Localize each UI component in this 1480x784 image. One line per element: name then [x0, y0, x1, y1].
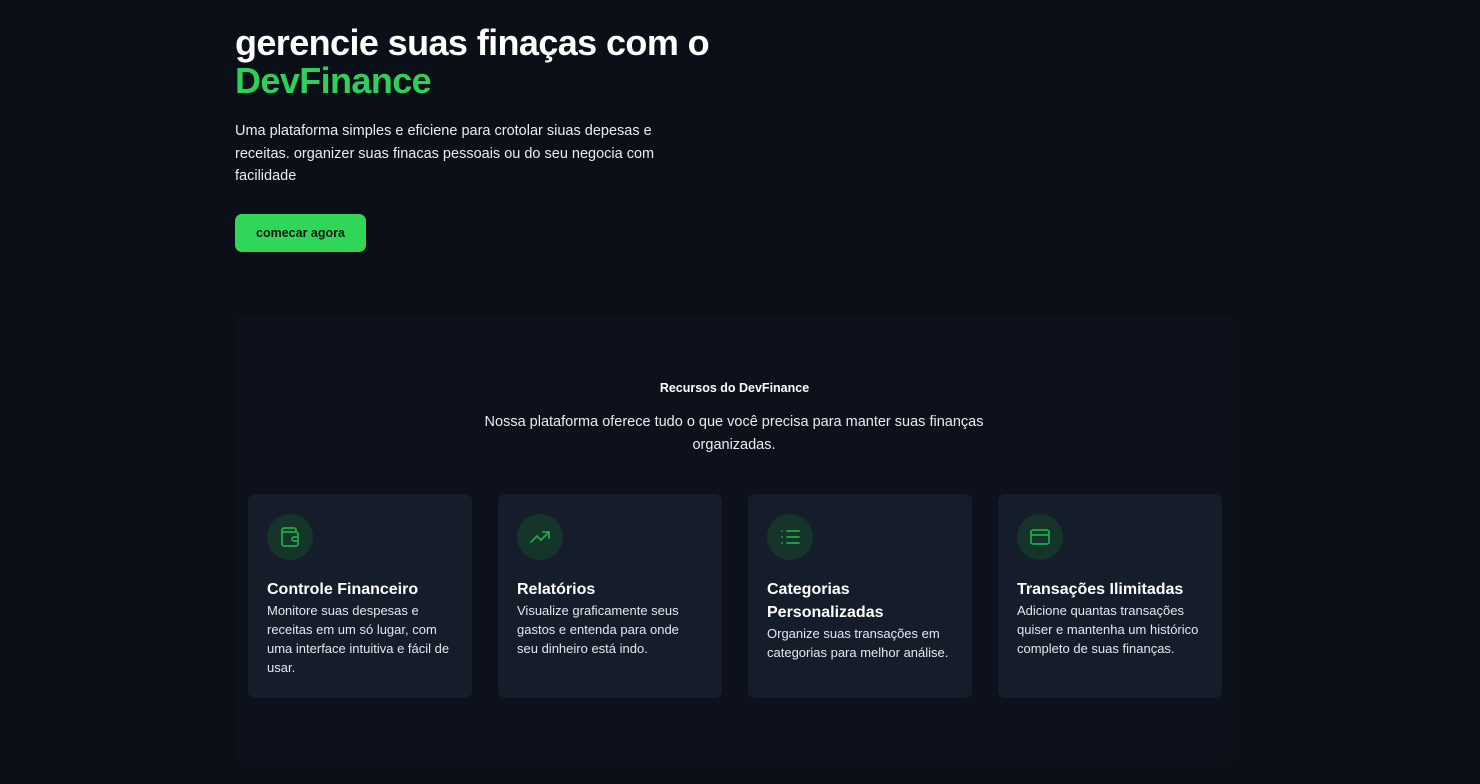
feature-card-description: Organize suas transações em categorias p…	[767, 626, 949, 660]
feature-cards: Controle Financeiro Monitore suas despes…	[248, 494, 1222, 698]
feature-card-description: Adicione quantas transações quiser e man…	[1017, 603, 1199, 656]
features-title: Recursos do DevFinance	[659, 381, 810, 395]
hero-title-brand: DevFinance	[235, 60, 432, 101]
wallet-icon	[267, 514, 313, 560]
feature-card-description: Monitore suas despesas e receitas em um …	[267, 603, 450, 675]
feature-card-description: Visualize graficamente seus gastos e ent…	[517, 603, 679, 656]
hero-title: gerencie suas finaças com o DevFinance	[235, 24, 715, 100]
feature-card-custom-categories: Categorias Personalizadas Organize suas …	[748, 494, 972, 698]
features-section: Recursos do DevFinance Nossa plataforma …	[235, 315, 1234, 762]
hero-description: Uma plataforma simples e eficiene para c…	[235, 123, 655, 184]
feature-card-title: Controle Financeiro	[267, 581, 419, 598]
hero-section: gerencie suas finaças com o DevFinance U…	[235, 24, 715, 252]
features-subtitle: Nossa plataforma oferece tudo o que você…	[484, 414, 984, 453]
feature-card-title: Transações Ilimitadas	[1017, 581, 1184, 598]
feature-card-financial-control: Controle Financeiro Monitore suas despes…	[248, 494, 472, 698]
feature-card-title: Relatórios	[517, 581, 596, 598]
hero-title-text: gerencie suas finaças com o	[235, 22, 710, 63]
credit-card-icon	[1017, 514, 1063, 560]
feature-card-title: Categorias Personalizadas	[767, 581, 884, 621]
trending-up-icon	[517, 514, 563, 560]
list-icon	[767, 514, 813, 560]
feature-card-reports: Relatórios Visualize graficamente seus g…	[498, 494, 722, 698]
start-now-button[interactable]: comecar agora	[235, 213, 366, 252]
feature-card-unlimited-transactions: Transações Ilimitadas Adicione quantas t…	[998, 494, 1222, 698]
